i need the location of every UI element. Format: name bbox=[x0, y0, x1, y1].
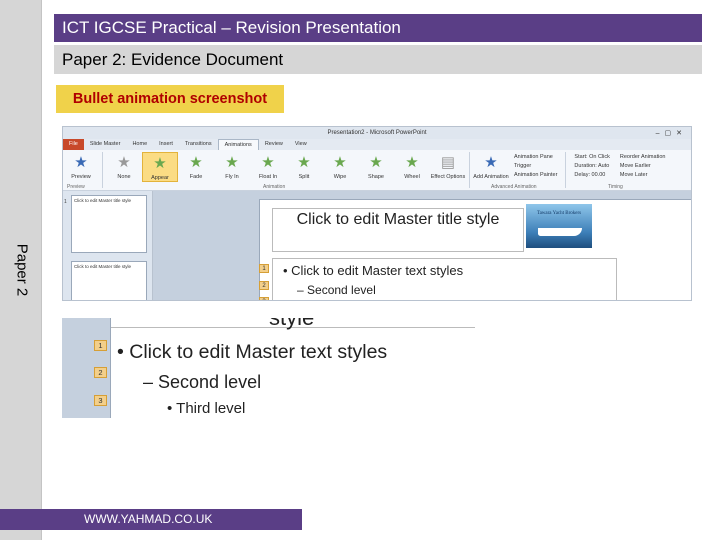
tab-file[interactable]: File bbox=[63, 139, 84, 150]
animation-pane-button[interactable]: Animation Pane bbox=[514, 154, 557, 160]
bullet-level-1: • Click to edit Master text styles bbox=[283, 263, 464, 278]
tab-transitions[interactable]: Transitions bbox=[179, 139, 218, 150]
anim-float-in-button[interactable]: ★ Float In bbox=[250, 152, 286, 180]
zoomed-screenshot: style • Click to edit Master text styles… bbox=[62, 318, 475, 418]
page-title: ICT IGCSE Practical – Revision Presentat… bbox=[54, 14, 702, 42]
bullet-level-2: – Second level bbox=[297, 283, 376, 297]
zoomed-number-badge: 1 bbox=[94, 340, 107, 351]
footer-url[interactable]: WWW.YAHMAD.CO.UK bbox=[84, 509, 212, 530]
star-icon: ★ bbox=[484, 154, 498, 171]
anim-wheel-button[interactable]: ★ Wheel bbox=[394, 152, 430, 180]
star-icon: ★ bbox=[405, 154, 419, 171]
star-icon: ★ bbox=[225, 154, 239, 171]
effect-options-button[interactable]: ▤ Effect Options bbox=[430, 152, 466, 180]
zoomed-number-badge: 3 bbox=[94, 395, 107, 406]
trigger-button[interactable]: Trigger bbox=[514, 163, 557, 169]
anim-appear-button[interactable]: ★ Appear bbox=[142, 152, 178, 182]
star-icon: ★ bbox=[261, 154, 275, 171]
tab-insert[interactable]: Insert bbox=[153, 139, 179, 150]
delay-field[interactable]: 00.00 bbox=[592, 172, 606, 178]
title-placeholder[interactable]: Click to edit Master title style bbox=[272, 208, 524, 252]
zoomed-bullet-2: – Second level bbox=[143, 372, 262, 392]
start-select[interactable]: On Click bbox=[589, 154, 610, 160]
anim-none-button[interactable]: ★ None bbox=[106, 152, 142, 180]
zoomed-bullet-3: • Third level bbox=[167, 400, 246, 417]
window-controls[interactable]: –▢✕ bbox=[656, 128, 687, 140]
preview-button[interactable]: ★ Preview bbox=[63, 152, 99, 180]
timing-group: Start: On Click Duration: Auto Delay: 00… bbox=[574, 154, 610, 178]
slide-canvas[interactable]: Click to edit Master title style Tawara … bbox=[259, 199, 691, 300]
anim-fade-button[interactable]: ★ Fade bbox=[178, 152, 214, 180]
animation-number-badge: 3 bbox=[259, 297, 269, 300]
move-earlier-button[interactable]: Move Earlier bbox=[620, 163, 666, 169]
slide-thumbnail[interactable]: Click to edit Master title style bbox=[71, 261, 147, 300]
star-icon: ★ bbox=[117, 154, 131, 171]
tab-review[interactable]: Review bbox=[259, 139, 289, 150]
reorder-group: Reorder Animation Move Earlier Move Late… bbox=[615, 152, 671, 180]
tab-slide-master[interactable]: Slide Master bbox=[84, 139, 127, 150]
star-icon: ★ bbox=[74, 154, 88, 171]
page-subtitle: Paper 2: Evidence Document bbox=[54, 45, 702, 74]
side-label: Paper 2 bbox=[13, 243, 31, 297]
star-icon: ★ bbox=[189, 154, 203, 171]
ppt-window-title: Presentation2 - Microsoft PowerPoint bbox=[327, 130, 427, 136]
screenshot-caption: Bullet animation screenshot bbox=[56, 85, 284, 113]
tab-home[interactable]: Home bbox=[126, 139, 153, 150]
star-icon: ★ bbox=[333, 154, 347, 171]
star-icon: ★ bbox=[153, 155, 167, 172]
company-logo: Tawara Yacht Brokers bbox=[526, 204, 592, 248]
duration-field[interactable]: Auto bbox=[598, 163, 609, 169]
advanced-animation-group: Animation Pane Trigger Animation Painter bbox=[509, 152, 562, 180]
slides-pane: 1 Click to edit Master title style Click… bbox=[63, 191, 153, 300]
ppt-workarea: 1 Click to edit Master title style Click… bbox=[63, 191, 691, 300]
ribbon-tabs: File Slide Master Home Insert Transition… bbox=[63, 138, 691, 151]
zoomed-number-badge: 2 bbox=[94, 367, 107, 378]
anim-shape-button[interactable]: ★ Shape bbox=[358, 152, 394, 180]
anim-split-button[interactable]: ★ Split bbox=[286, 152, 322, 180]
animation-painter-button[interactable]: Animation Painter bbox=[514, 172, 557, 178]
ribbon-group-labels: Preview Animation Advanced Animation Tim… bbox=[67, 184, 623, 190]
footer-bar: WWW.YAHMAD.CO.UK bbox=[0, 509, 302, 530]
zoomed-title-fragment: style bbox=[269, 318, 314, 331]
tab-view[interactable]: View bbox=[289, 139, 313, 150]
star-icon: ★ bbox=[369, 154, 383, 171]
tab-animations[interactable]: Animations bbox=[217, 138, 259, 151]
move-later-button[interactable]: Move Later bbox=[620, 172, 666, 178]
animation-number-badge: 1 bbox=[259, 264, 269, 273]
ppt-titlebar: Presentation2 - Microsoft PowerPoint –▢✕ bbox=[63, 127, 691, 139]
slide-thumbnail[interactable]: Click to edit Master title style bbox=[71, 195, 147, 253]
zoomed-slide: style • Click to edit Master text styles… bbox=[110, 318, 475, 418]
powerpoint-screenshot: Presentation2 - Microsoft PowerPoint –▢✕… bbox=[62, 126, 692, 301]
animation-number-badge: 2 bbox=[259, 281, 269, 290]
yacht-icon bbox=[538, 228, 582, 236]
body-placeholder[interactable]: 1 2 3 • Click to edit Master text styles… bbox=[259, 258, 617, 300]
reorder-label: Reorder Animation bbox=[619, 154, 666, 160]
star-icon: ★ bbox=[297, 154, 311, 171]
effect-options-icon: ▤ bbox=[440, 154, 456, 171]
anim-wipe-button[interactable]: ★ Wipe bbox=[322, 152, 358, 180]
anim-fly-in-button[interactable]: ★ Fly In bbox=[214, 152, 250, 180]
add-animation-button[interactable]: ★ Add Animation bbox=[473, 152, 509, 180]
zoomed-bullet-1: • Click to edit Master text styles bbox=[117, 341, 388, 363]
ribbon: ★ Preview ★ None ★ Appear ★ Fade ★ Fly In ★ Fl… bbox=[63, 150, 691, 191]
